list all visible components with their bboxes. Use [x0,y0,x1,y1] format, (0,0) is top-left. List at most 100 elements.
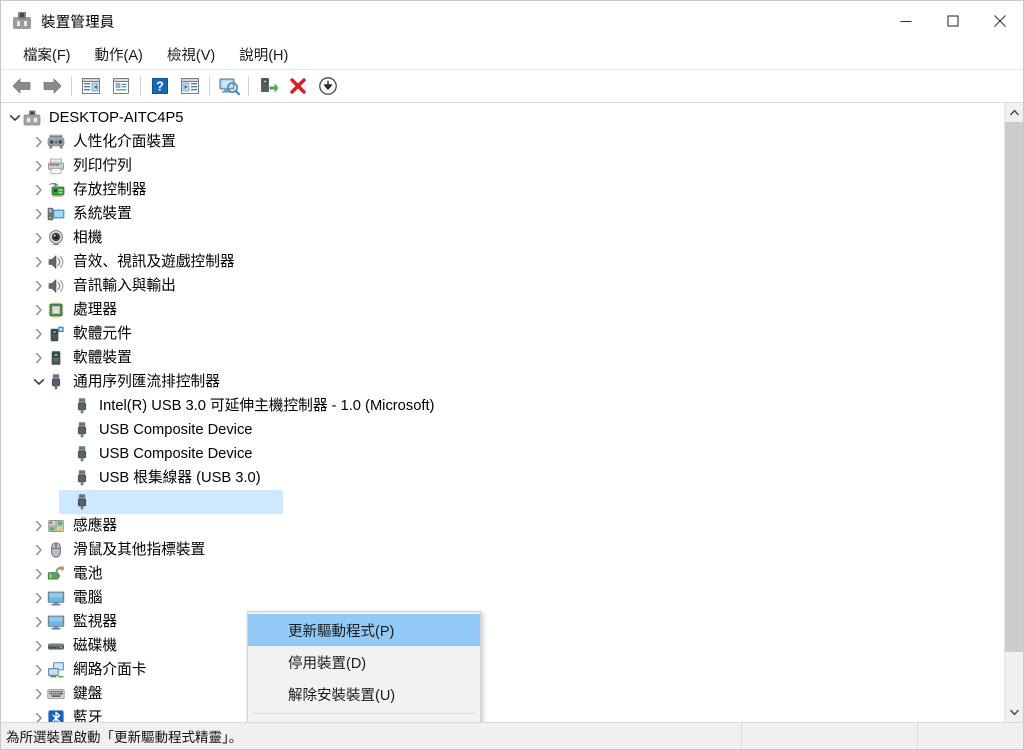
disable-device-button[interactable] [313,72,343,100]
tree-item[interactable]: USB 根集線器 (USB 3.0) [1,490,1004,514]
tree-item[interactable]: 處理器 [1,298,1004,322]
action-pane-button[interactable] [175,72,205,100]
ctx-scan-hardware-changes[interactable]: 掃描硬體變更(A) [248,717,480,722]
scan-hardware-changes-button[interactable] [214,72,244,100]
chevron-right-icon[interactable] [31,658,47,682]
device-tree-panel: DESKTOP-AITC4P5 人性化介面裝置 列印佇列 存放控制器系統裝置相機音效、… [1,103,1023,722]
toolbar: ? [1,70,1023,103]
tree-item[interactable]: 音效、視訊及遊戲控制器 [1,250,1004,274]
tree-item[interactable]: 磁碟機 [1,634,1004,658]
tree-item-label: 磁碟機 [73,638,118,654]
close-button[interactable] [976,1,1023,41]
tree-item[interactable]: 電池 [1,562,1004,586]
chevron-right-icon[interactable] [31,274,47,298]
tree-item[interactable]: USB Composite Device [1,442,1004,466]
bluetooth-icon [47,709,65,722]
chevron-right-icon[interactable] [31,154,47,178]
forward-button[interactable] [37,72,67,100]
chevron-right-icon[interactable] [31,634,47,658]
tree-item-label: USB Composite Device [99,446,253,462]
tree-item[interactable]: 藍牙 [1,706,1004,722]
chevron-right-icon[interactable] [31,130,47,154]
scrollbar-down-arrow[interactable] [1005,703,1023,722]
chevron-right-icon[interactable] [31,178,47,202]
menu-file[interactable]: 檔案(F) [11,41,83,69]
maximize-button[interactable] [929,1,976,41]
chevron-right-icon[interactable] [31,562,47,586]
chevron-down-icon[interactable] [7,106,23,130]
chevron-right-icon[interactable] [31,250,47,274]
status-divider [741,722,742,750]
ctx-uninstall-device[interactable]: 解除安裝裝置(U) [248,678,480,710]
chevron-right-icon[interactable] [31,538,47,562]
tree-item-label: 音訊輸入與輸出 [73,278,176,294]
chevron-down-icon[interactable] [31,370,47,394]
chevron-right-icon[interactable] [31,298,47,322]
scrollbar-up-arrow[interactable] [1005,103,1023,122]
tree-item[interactable]: 軟體元件 [1,322,1004,346]
usb-icon [73,493,91,511]
scrollbar-thumb[interactable] [1005,122,1023,652]
context-menu[interactable]: 更新驅動程式(P)停用裝置(D)解除安裝裝置(U)掃描硬體變更(A)內容(R) [247,611,481,722]
device-manager-icon [12,11,32,31]
scrollbar-track[interactable] [1005,122,1023,703]
toolbar-separator [71,76,72,96]
toolbar-separator [140,76,141,96]
chevron-right-icon[interactable] [31,682,47,706]
chevron-right-icon[interactable] [31,610,47,634]
usb-icon [73,445,91,463]
back-button[interactable] [7,72,37,100]
chevron-right-icon[interactable] [31,322,47,346]
toolbar-separator [248,76,249,96]
title-bar[interactable]: 裝置管理員 [1,1,1023,41]
menu-help[interactable]: 說明(H) [227,41,300,69]
chevron-right-icon[interactable] [31,514,47,538]
tree-root-node[interactable]: DESKTOP-AITC4P5 [1,106,1004,130]
tree-item[interactable]: USB 根集線器 (USB 3.0) [1,466,1004,490]
speaker-icon [47,277,65,295]
speaker-icon [47,253,65,271]
tree-item[interactable]: 鍵盤 [1,682,1004,706]
chevron-right-icon[interactable] [31,706,47,722]
tree-item-label: 藍牙 [73,710,103,722]
tree-item[interactable]: 相機 [1,226,1004,250]
help-button[interactable]: ? [145,72,175,100]
tree-item[interactable]: 人性化介面裝置 [1,130,1004,154]
uninstall-device-button[interactable] [283,72,313,100]
chevron-right-icon[interactable] [31,202,47,226]
software-component-icon [47,325,65,343]
ctx-update-driver[interactable]: 更新驅動程式(P) [248,614,480,646]
tree-item[interactable]: 電腦 [1,586,1004,610]
chevron-right-icon[interactable] [31,346,47,370]
tree-item[interactable]: 網路介面卡 [1,658,1004,682]
tree-item-label: 電腦 [73,590,103,606]
tree-item[interactable]: 系統裝置 [1,202,1004,226]
device-tree[interactable]: DESKTOP-AITC4P5 人性化介面裝置 列印佇列 存放控制器系統裝置相機音效、… [1,103,1004,722]
tree-item[interactable]: 感應器 [1,514,1004,538]
tree-item[interactable]: 列印佇列 [1,154,1004,178]
show-hide-console-tree-button[interactable] [76,72,106,100]
chevron-right-icon[interactable] [31,586,47,610]
tree-item[interactable]: 音訊輸入與輸出 [1,274,1004,298]
update-driver-button[interactable] [253,72,283,100]
minimize-button[interactable] [882,1,929,41]
tree-item[interactable]: 存放控制器 [1,178,1004,202]
tree-item[interactable]: 軟體裝置 [1,346,1004,370]
tree-item[interactable]: Intel(R) USB 3.0 可延伸主機控制器 - 1.0 (Microso… [1,394,1004,418]
ctx-disable-device[interactable]: 停用裝置(D) [248,646,480,678]
chevron-right-icon[interactable] [31,226,47,250]
mouse-icon [47,541,65,559]
menu-view[interactable]: 檢視(V) [155,41,227,69]
vertical-scrollbar[interactable] [1004,103,1023,722]
tree-item-label: 系統裝置 [73,206,132,222]
tree-item[interactable]: 通用序列匯流排控制器 [1,370,1004,394]
tree-item[interactable]: 監視器 [1,610,1004,634]
printer-icon [47,157,65,175]
properties-button[interactable] [106,72,136,100]
tree-item-label: 電池 [73,566,103,582]
tree-item[interactable]: USB Composite Device [1,418,1004,442]
tree-item[interactable]: 滑鼠及其他指標裝置 [1,538,1004,562]
tree-item-label: 相機 [73,230,103,246]
menu-action[interactable]: 動作(A) [83,41,155,69]
